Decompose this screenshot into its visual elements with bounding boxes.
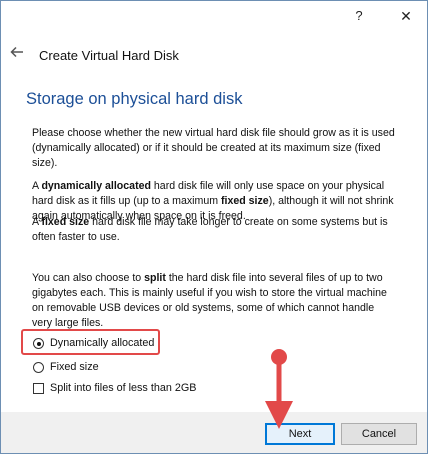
intro-paragraph: Please choose whether the new virtual ha… bbox=[32, 127, 395, 169]
help-button[interactable]: ? bbox=[349, 5, 369, 27]
page-heading: Storage on physical hard disk bbox=[26, 90, 243, 108]
title-bar: ? ✕ bbox=[1, 1, 427, 33]
split-description: You can also choose to split the hard di… bbox=[32, 272, 387, 329]
annotation-arrow-icon bbox=[265, 349, 293, 429]
radio-unselected-icon[interactable] bbox=[33, 362, 44, 373]
fixed-size-label[interactable]: Fixed size bbox=[50, 361, 99, 373]
cancel-button[interactable]: Cancel bbox=[341, 423, 417, 445]
fixed-description: A fixed size hard disk file may take lon… bbox=[32, 216, 388, 243]
checkbox-icon[interactable] bbox=[33, 383, 44, 394]
button-bar: Next Cancel bbox=[1, 412, 427, 453]
back-arrow-icon[interactable] bbox=[9, 44, 25, 60]
dialog-title: Create Virtual Hard Disk bbox=[39, 48, 179, 63]
close-button[interactable]: ✕ bbox=[395, 5, 417, 27]
split-files-label[interactable]: Split into files of less than 2GB bbox=[50, 382, 196, 394]
dialog-window: ? ✕ Create Virtual Hard Disk Storage on … bbox=[0, 0, 428, 454]
highlight-box bbox=[21, 329, 160, 355]
